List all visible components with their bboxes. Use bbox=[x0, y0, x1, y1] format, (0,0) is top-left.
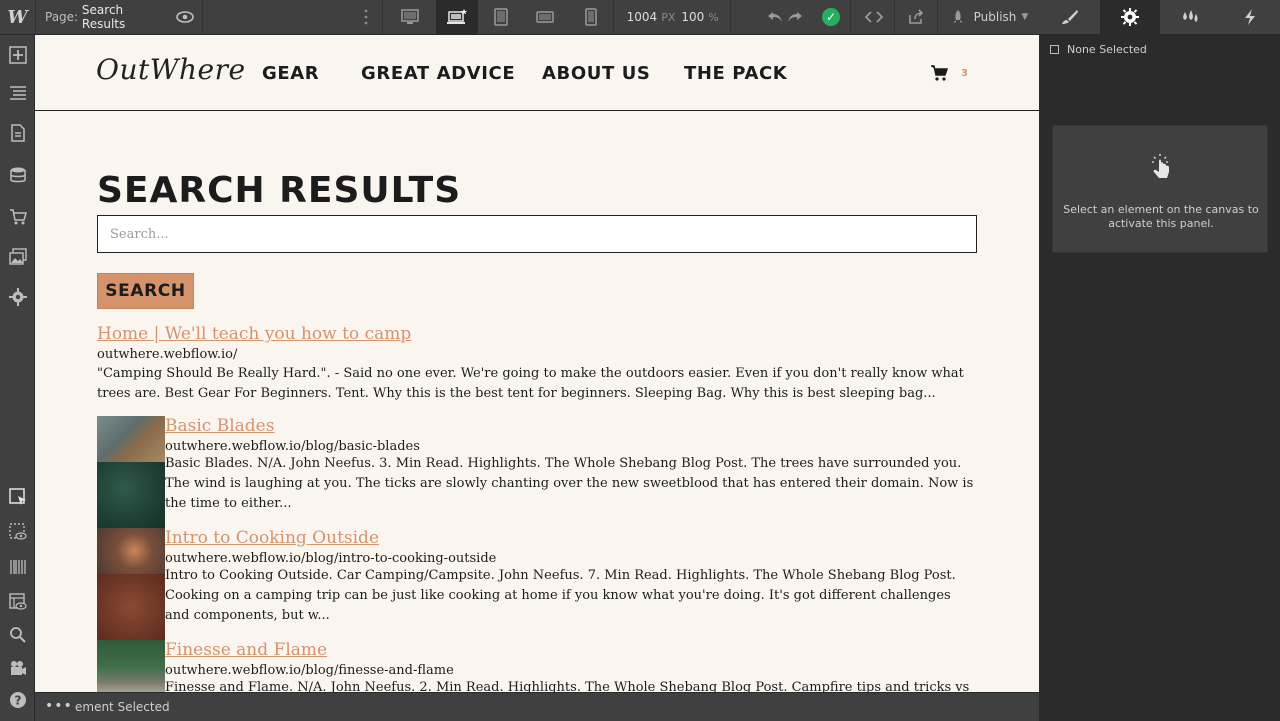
undo-icon[interactable] bbox=[765, 0, 785, 34]
settings-gear-icon[interactable] bbox=[1100, 0, 1160, 34]
select-element-icon[interactable] bbox=[0, 485, 35, 509]
divider bbox=[35, 0, 36, 34]
page-title: SEARCH RESULTS bbox=[97, 170, 462, 211]
webflow-designer: W Page: Search Results 1004 PX 100 % ✓ P… bbox=[0, 0, 1280, 721]
audit-barcode-icon[interactable] bbox=[0, 555, 35, 579]
tablet-breakpoint-icon[interactable] bbox=[484, 0, 518, 34]
result-thumbnail-image bbox=[97, 640, 165, 692]
tutorials-video-icon[interactable] bbox=[0, 656, 35, 680]
page-label: Page: bbox=[45, 10, 79, 24]
style-brush-icon[interactable] bbox=[1040, 0, 1100, 34]
empty-panel-hint: Select an element on the canvas to activ… bbox=[1052, 125, 1268, 253]
search-icon[interactable] bbox=[0, 623, 35, 647]
nav-link-the-pack[interactable]: THE PACK bbox=[684, 63, 787, 84]
rocket-icon bbox=[952, 10, 963, 23]
result-text: Basic Blades outwhere.webflow.io/blog/ba… bbox=[165, 416, 977, 514]
preview-layout-icon[interactable] bbox=[0, 590, 35, 614]
svg-text:?: ? bbox=[14, 694, 21, 708]
result-text: Finesse and Flame outwhere.webflow.io/bl… bbox=[165, 640, 977, 692]
cart-count-badge: 3 bbox=[961, 68, 968, 79]
divider bbox=[730, 0, 731, 34]
result-thumbnail-image bbox=[97, 416, 165, 462]
result-url: outwhere.webflow.io/ bbox=[97, 347, 238, 362]
search-input[interactable] bbox=[97, 215, 977, 253]
divider bbox=[850, 0, 851, 34]
ecommerce-cart-icon[interactable] bbox=[0, 205, 35, 229]
result-thumbnails bbox=[97, 416, 165, 528]
result-title-link[interactable]: Finesse and Flame bbox=[165, 640, 977, 660]
help-icon[interactable]: ? bbox=[0, 688, 35, 712]
result-title-link[interactable]: Intro to Cooking Outside bbox=[165, 528, 977, 548]
preview-hidden-icon[interactable] bbox=[0, 520, 35, 544]
result-description: "Camping Should Be Really Hard.". - Said… bbox=[97, 366, 964, 401]
result-description: Finesse and Flame. N/A. John Neefus. 2. … bbox=[165, 680, 970, 692]
zoom-field[interactable]: 100% bbox=[680, 0, 720, 34]
result-thumbnails bbox=[97, 640, 165, 692]
redo-icon[interactable] bbox=[785, 0, 805, 34]
result-url: outwhere.webflow.io/blog/finesse-and-fla… bbox=[165, 663, 454, 678]
nav-link-about-us[interactable]: ABOUT US bbox=[542, 63, 651, 84]
saved-status-icon: ✓ bbox=[820, 0, 842, 34]
pages-icon[interactable] bbox=[0, 121, 35, 145]
breadcrumb-bar: ••• ement Selected bbox=[35, 692, 1039, 721]
search-button[interactable]: SEARCH bbox=[97, 273, 194, 309]
laptop-breakpoint-icon[interactable] bbox=[436, 0, 478, 34]
style-manager-drops-icon[interactable] bbox=[1160, 0, 1220, 34]
checkbox[interactable] bbox=[1050, 45, 1059, 54]
divider bbox=[613, 0, 614, 34]
cart-icon[interactable] bbox=[930, 65, 949, 85]
left-toolbar: ? bbox=[0, 35, 35, 721]
canvas-width-field[interactable]: 1004 PX bbox=[626, 0, 676, 34]
project-settings-gear-icon[interactable] bbox=[0, 285, 35, 309]
mobile-portrait-breakpoint-icon[interactable] bbox=[574, 0, 608, 34]
site-brand-logo[interactable]: OutWhere bbox=[96, 53, 246, 86]
search-result-item: Intro to Cooking Outside outwhere.webflo… bbox=[97, 528, 977, 640]
result-thumbnail-image bbox=[97, 574, 165, 640]
preview-eye-icon[interactable] bbox=[172, 0, 198, 34]
mobile-landscape-breakpoint-icon[interactable] bbox=[528, 0, 562, 34]
result-thumbnail-image bbox=[97, 528, 165, 574]
result-title-link[interactable]: Basic Blades bbox=[165, 416, 977, 436]
divider bbox=[202, 0, 203, 34]
divider bbox=[382, 0, 383, 34]
result-description: Intro to Cooking Outside. Car Camping/Ca… bbox=[165, 568, 956, 623]
share-icon[interactable] bbox=[902, 0, 930, 34]
cms-database-icon[interactable] bbox=[0, 163, 35, 187]
result-description: Basic Blades. N/A. John Neefus. 3. Min R… bbox=[165, 456, 974, 511]
navigator-icon[interactable] bbox=[0, 81, 35, 105]
design-canvas[interactable]: OutWhere GEAR GREAT ADVICE ABOUT US THE … bbox=[35, 35, 1039, 692]
page-name: Search Results bbox=[81, 3, 126, 31]
desktop-breakpoint-icon[interactable] bbox=[393, 0, 427, 34]
nav-link-great-advice[interactable]: GREAT ADVICE bbox=[361, 63, 515, 84]
assets-images-icon[interactable] bbox=[0, 245, 35, 269]
top-toolbar: W Page: Search Results 1004 PX 100 % ✓ P… bbox=[0, 0, 1280, 35]
result-thumbnails bbox=[97, 528, 165, 640]
breadcrumb[interactable]: ement Selected bbox=[75, 700, 170, 714]
more-options-icon[interactable]: ••• bbox=[45, 698, 73, 714]
selection-indicator[interactable]: None Selected bbox=[1050, 43, 1147, 56]
page-selector[interactable]: Page: Search Results bbox=[45, 0, 165, 34]
chevron-down-icon: ▼ bbox=[1021, 12, 1029, 22]
search-result-item: Basic Blades outwhere.webflow.io/blog/ba… bbox=[97, 416, 977, 528]
pointer-click-icon bbox=[1149, 152, 1173, 184]
result-url: outwhere.webflow.io/blog/intro-to-cookin… bbox=[165, 551, 497, 566]
more-vertical-icon[interactable] bbox=[356, 0, 376, 34]
publish-button[interactable]: Publish ▼ bbox=[944, 0, 1034, 34]
divider bbox=[937, 0, 938, 34]
nav-link-gear[interactable]: GEAR bbox=[262, 63, 319, 84]
result-url: outwhere.webflow.io/blog/basic-blades bbox=[165, 439, 420, 454]
search-result-item: Finesse and Flame outwhere.webflow.io/bl… bbox=[97, 640, 977, 692]
result-text: Intro to Cooking Outside outwhere.webflo… bbox=[165, 528, 977, 626]
result-thumbnail-image bbox=[97, 462, 165, 528]
site-header: OutWhere GEAR GREAT ADVICE ABOUT US THE … bbox=[35, 35, 1039, 111]
add-elements-icon[interactable] bbox=[0, 43, 35, 67]
result-title-link[interactable]: Home | We'll teach you how to camp bbox=[97, 324, 977, 344]
divider bbox=[894, 0, 895, 34]
interactions-lightning-icon[interactable] bbox=[1220, 0, 1280, 34]
webflow-logo[interactable]: W bbox=[0, 0, 35, 34]
settings-panel: None Selected Select an element on the c… bbox=[1040, 35, 1280, 721]
search-result-item: Home | We'll teach you how to camp outwh… bbox=[97, 324, 977, 404]
code-export-icon[interactable] bbox=[860, 0, 888, 34]
